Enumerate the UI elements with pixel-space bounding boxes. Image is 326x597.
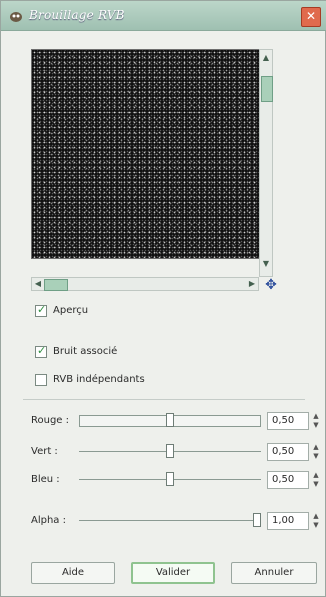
close-icon: ✕ [305, 9, 317, 23]
bruit-associe-checkbox[interactable] [35, 344, 47, 358]
separator [23, 399, 305, 400]
alpha-label: Alpha : [31, 515, 66, 526]
rouge-slider-handle[interactable] [166, 413, 174, 427]
vertical-scroll-thumb[interactable] [261, 76, 273, 102]
alpha-value: 1,00 [272, 515, 295, 526]
apercu-label: Aperçu [53, 305, 89, 316]
bleu-label: Bleu : [31, 474, 60, 485]
scroll-down-arrow-icon[interactable]: ▼ [260, 258, 272, 270]
alpha-slider[interactable] [79, 513, 261, 527]
bleu-slider[interactable] [79, 472, 261, 486]
scroll-right-arrow-icon[interactable]: ▶ [246, 278, 258, 290]
rouge-slider[interactable] [79, 413, 261, 427]
horizontal-scroll-thumb[interactable] [44, 279, 68, 291]
scroll-up-arrow-icon[interactable]: ▲ [260, 52, 272, 64]
rouge-spin-arrows-icon[interactable]: ▲ ▼ [311, 412, 321, 430]
alpha-value-input[interactable]: 1,00 [267, 512, 309, 530]
rvb-independants-checkbox[interactable] [35, 374, 47, 386]
vert-label: Vert : [31, 446, 58, 457]
rouge-value: 0,50 [272, 415, 295, 426]
alpha-slider-trough [79, 520, 261, 521]
preview-horizontal-scrollbar[interactable]: ◀ ▶ [31, 277, 259, 291]
rouge-value-input[interactable]: 0,50 [267, 412, 309, 430]
apercu-checkbox[interactable] [35, 303, 47, 317]
bleu-value: 0,50 [272, 474, 295, 485]
gimp-app-icon [10, 12, 22, 22]
alpha-slider-handle[interactable] [253, 513, 261, 527]
vert-spin-arrows-icon[interactable]: ▲ ▼ [311, 443, 321, 461]
bleu-slider-handle[interactable] [166, 472, 174, 486]
alpha-spin-arrows-icon[interactable]: ▲ ▼ [311, 512, 321, 530]
window-title: Brouillage RVB [29, 8, 125, 22]
bruit-associe-label: Bruit associé [53, 346, 118, 357]
dialog-window: Brouillage RVB ✕ ▲ ▼ ◀ ▶ ✥ Aperçu Bruit … [0, 0, 326, 597]
rouge-label: Rouge : [31, 415, 70, 426]
vert-slider[interactable] [79, 444, 261, 458]
rvb-independants-label: RVB indépendants [53, 374, 145, 385]
vert-slider-handle[interactable] [166, 444, 174, 458]
bleu-value-input[interactable]: 0,50 [267, 471, 309, 489]
scroll-left-arrow-icon[interactable]: ◀ [32, 278, 44, 290]
help-button[interactable]: Aide [31, 562, 115, 584]
navigate-preview-icon[interactable]: ✥ [263, 277, 279, 293]
title-bar[interactable]: Brouillage RVB ✕ [1, 1, 326, 31]
close-button[interactable]: ✕ [301, 7, 321, 27]
noise-preview-image [32, 50, 260, 258]
preview-vertical-scrollbar[interactable]: ▲ ▼ [259, 49, 273, 277]
vert-value: 0,50 [272, 446, 295, 457]
ok-button[interactable]: Valider [131, 562, 215, 584]
vert-value-input[interactable]: 0,50 [267, 443, 309, 461]
preview-canvas [31, 49, 261, 259]
bleu-spin-arrows-icon[interactable]: ▲ ▼ [311, 471, 321, 489]
cancel-button[interactable]: Annuler [231, 562, 317, 584]
